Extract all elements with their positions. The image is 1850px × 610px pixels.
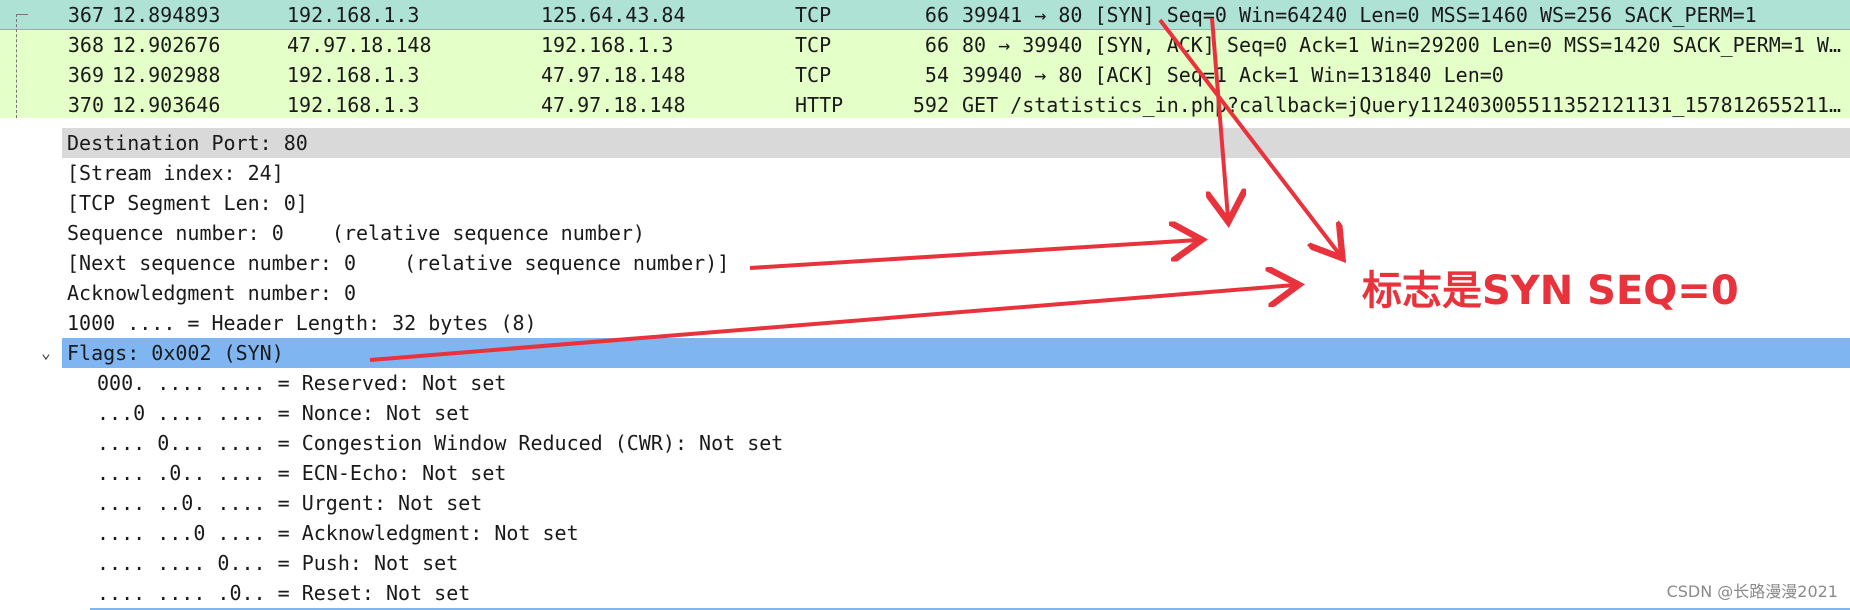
packet-time: 12.894893 [112, 3, 221, 27]
tree-item-flag-reset[interactable]: .... .... .0.. = Reset: Not set [62, 578, 1850, 608]
tree-item-flags[interactable]: Flags: 0x002 (SYN) [62, 338, 1850, 368]
packet-time: 12.902988 [112, 63, 221, 87]
tree-item-label: .... ...0 .... = Acknowledgment: Not set [97, 521, 579, 545]
tree-item-label: 000. .... .... = Reserved: Not set [97, 371, 507, 395]
conversation-bracket-line [16, 14, 17, 118]
packet-source: 192.168.1.3 [287, 3, 420, 27]
tree-item-flag-reserved[interactable]: 000. .... .... = Reserved: Not set [62, 368, 1850, 398]
packet-protocol: TCP [795, 63, 832, 87]
packet-info: 39940 → 80 [ACK] Seq=1 Ack=1 Win=131840 … [962, 63, 1504, 87]
tree-item-label: .... .... 0... = Push: Not set [97, 551, 459, 575]
packet-row-367[interactable]: 367 12.894893 192.168.1.3 125.64.43.84 T… [0, 0, 1850, 30]
packet-source: 192.168.1.3 [287, 93, 420, 117]
packet-no: 369 [67, 63, 104, 87]
packet-row-368[interactable]: 368 12.902676 47.97.18.148 192.168.1.3 T… [0, 30, 1850, 60]
tree-item-label: [TCP Segment Len: 0] [67, 191, 308, 215]
packet-source: 192.168.1.3 [287, 63, 420, 87]
packet-info: 80 → 39940 [SYN, ACK] Seq=0 Ack=1 Win=29… [962, 33, 1841, 57]
tree-item-label: [Stream index: 24] [67, 161, 284, 185]
conversation-bracket-top [16, 14, 28, 15]
packet-info: 39941 → 80 [SYN] Seq=0 Win=64240 Len=0 M… [962, 3, 1757, 27]
packet-info: GET /statistics_in.php?callback=jQuery11… [962, 93, 1841, 117]
tree-item-label: [Next sequence number: 0 (relative seque… [67, 251, 730, 275]
tree-item-label: 1000 .... = Header Length: 32 bytes (8) [67, 311, 537, 335]
tree-item-destination-port[interactable]: Destination Port: 80 [62, 128, 1850, 158]
tree-item-flag-push[interactable]: .... .... 0... = Push: Not set [62, 548, 1850, 578]
packet-destination: 192.168.1.3 [541, 33, 674, 57]
tree-item-label: .... ..0. .... = Urgent: Not set [97, 491, 483, 515]
tree-item-label: .... .0.. .... = ECN-Echo: Not set [97, 461, 507, 485]
tree-item-label: ...0 .... .... = Nonce: Not set [97, 401, 471, 425]
tree-item-flag-ack[interactable]: .... ...0 .... = Acknowledgment: Not set [62, 518, 1850, 548]
packet-protocol: HTTP [795, 93, 844, 117]
tree-item-flag-ecn-echo[interactable]: .... .0.. .... = ECN-Echo: Not set [62, 458, 1850, 488]
packet-no: 367 [67, 3, 104, 27]
tree-item-stream-index[interactable]: [Stream index: 24] [62, 158, 1850, 188]
packet-protocol: TCP [795, 33, 832, 57]
packet-destination: 47.97.18.148 [541, 93, 686, 117]
packet-list: 367 12.894893 192.168.1.3 125.64.43.84 T… [0, 0, 1850, 118]
annotation-label: 标志是SYN SEQ=0 [1362, 268, 1739, 314]
tree-item-flag-urgent[interactable]: .... ..0. .... = Urgent: Not set [62, 488, 1850, 518]
packet-row-370[interactable]: 370 12.903646 192.168.1.3 47.97.18.148 H… [0, 90, 1850, 118]
tree-item-label: Flags: 0x002 (SYN) [67, 341, 284, 365]
tree-item-label: .... 0... .... = Congestion Window Reduc… [97, 431, 784, 455]
packet-row-369[interactable]: 369 12.902988 192.168.1.3 47.97.18.148 T… [0, 60, 1850, 90]
packet-protocol: TCP [795, 3, 832, 27]
packet-length: 66 [924, 3, 949, 27]
tree-item-label: Sequence number: 0 (relative sequence nu… [67, 221, 645, 245]
tree-item-sequence-number[interactable]: Sequence number: 0 (relative sequence nu… [62, 218, 1850, 248]
packet-length: 54 [924, 63, 949, 87]
tree-item-segment-len[interactable]: [TCP Segment Len: 0] [62, 188, 1850, 218]
chevron-down-icon[interactable]: ⌄ [36, 338, 56, 368]
packet-length: 66 [924, 33, 949, 57]
watermark: CSDN @长路漫漫2021 [1666, 582, 1838, 601]
packet-no: 370 [67, 93, 104, 117]
packet-source: 47.97.18.148 [287, 33, 432, 57]
tree-item-flag-nonce[interactable]: ...0 .... .... = Nonce: Not set [62, 398, 1850, 428]
packet-no: 368 [67, 33, 104, 57]
packet-length: 592 [912, 93, 949, 117]
tree-item-label: Destination Port: 80 [67, 131, 308, 155]
packet-destination: 47.97.18.148 [541, 63, 686, 87]
tree-item-label: .... .... .0.. = Reset: Not set [97, 581, 471, 605]
tree-item-label: Acknowledgment number: 0 [67, 281, 356, 305]
packet-time: 12.903646 [112, 93, 221, 117]
tree-item-flag-cwr[interactable]: .... 0... .... = Congestion Window Reduc… [62, 428, 1850, 458]
packet-destination: 125.64.43.84 [541, 3, 686, 27]
packet-time: 12.902676 [112, 33, 221, 57]
